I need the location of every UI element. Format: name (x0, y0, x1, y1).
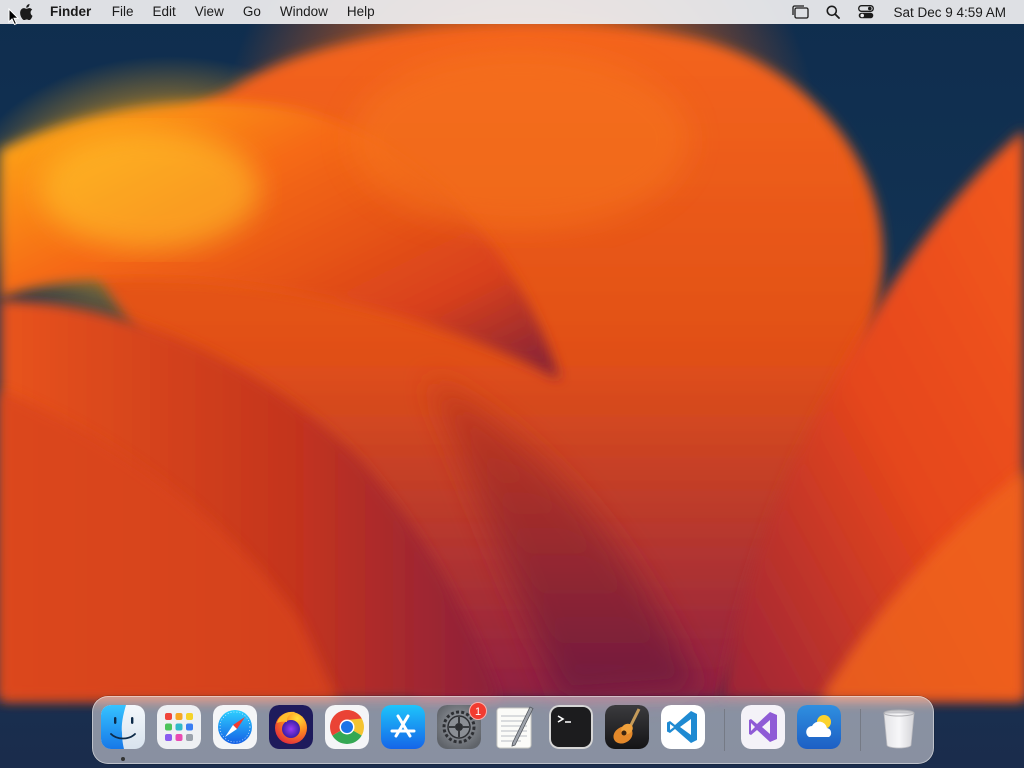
dock-app-vscode[interactable] (661, 705, 705, 749)
garageband-icon (605, 705, 649, 749)
dock-app-garageband[interactable] (605, 705, 649, 749)
dock-app-app-store[interactable] (381, 705, 425, 749)
weather-icon (797, 705, 841, 749)
running-indicator (121, 757, 125, 761)
trash-icon (883, 709, 915, 749)
dock-app-safari[interactable] (213, 705, 257, 749)
menu-clock[interactable]: Sat Dec 9 4:59 AM (893, 5, 1006, 20)
spotlight-search-icon[interactable] (822, 0, 844, 24)
control-center-icon[interactable] (855, 0, 877, 24)
vscode-icon (661, 705, 705, 749)
textedit-icon (496, 706, 534, 749)
firefox-icon (269, 705, 313, 749)
dock-trash[interactable] (877, 705, 921, 749)
safari-icon (213, 705, 257, 749)
dock-app-firefox[interactable] (269, 705, 313, 749)
chrome-icon (325, 705, 369, 749)
visual-studio-icon (741, 705, 785, 749)
dock-app-weather[interactable] (797, 705, 841, 749)
dock-app-visual-studio[interactable] (741, 705, 785, 749)
finder-icon (101, 705, 145, 749)
desktop-wallpaper (0, 0, 1024, 768)
stage-manager-icon[interactable] (789, 0, 811, 24)
dock-app-chrome[interactable] (325, 705, 369, 749)
menu-file[interactable]: File (102, 0, 143, 24)
mouse-cursor-icon (8, 7, 20, 26)
menu-edit[interactable]: Edit (143, 0, 185, 24)
menu-window[interactable]: Window (270, 0, 337, 24)
dock-app-textedit[interactable] (493, 705, 537, 749)
dock-app-launchpad[interactable] (157, 705, 201, 749)
menu-view[interactable]: View (185, 0, 233, 24)
notification-badge: 1 (469, 702, 487, 720)
menu-app-name[interactable]: Finder (36, 0, 102, 24)
terminal-icon (549, 705, 593, 749)
dock-separator (724, 709, 725, 751)
app-store-icon (381, 705, 425, 749)
dock: 1 (92, 696, 934, 764)
menu-help[interactable]: Help (337, 0, 384, 24)
menu-go[interactable]: Go (233, 0, 270, 24)
launchpad-icon (157, 705, 201, 749)
dock-separator (860, 709, 861, 751)
dock-app-terminal[interactable] (549, 705, 593, 749)
menu-bar: Finder File Edit View Go Window Help Sat… (0, 0, 1024, 24)
dock-app-finder[interactable] (101, 705, 145, 749)
